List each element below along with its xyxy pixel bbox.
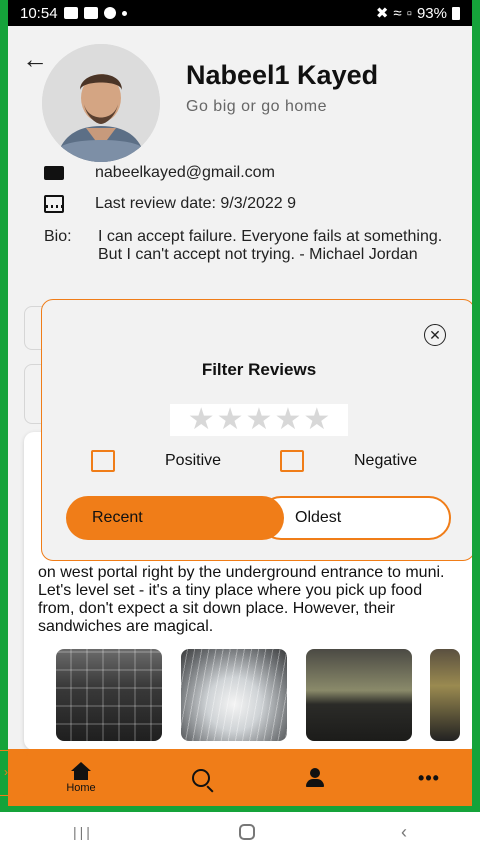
modal-title: Filter Reviews [201, 360, 317, 379]
mail-icon [44, 166, 64, 180]
mute-icon: ✖ [375, 5, 389, 22]
nav-more[interactable]: ••• [404, 749, 454, 806]
star-icon[interactable]: ★ [188, 405, 215, 435]
email-row: nabeelkayed@gmail.com [44, 164, 275, 182]
sort-recent-button[interactable]: Recent [66, 496, 284, 540]
profile-motto: Go big or go home [186, 98, 328, 115]
positive-checkbox[interactable] [91, 450, 115, 472]
sort-oldest-label: Oldest [295, 509, 342, 526]
bio-text: I can accept failure. Everyone fails at … [98, 228, 443, 263]
star-rating[interactable]: ★ ★ ★ ★ ★ [170, 404, 348, 436]
positive-filter[interactable]: Positive [91, 450, 221, 472]
nav-home-label: Home [66, 781, 96, 794]
more-icon: ••• [418, 767, 440, 788]
wifi-icon: ≈ [393, 4, 402, 22]
review-photo[interactable] [181, 649, 287, 741]
star-icon[interactable]: ★ [303, 405, 330, 435]
bottom-nav: Home ••• [8, 749, 472, 806]
app-screen: 10:54 ✖ ≈ ▫ 93% ← Nabeel1 Kayed Go big o… [8, 0, 472, 806]
calendar-icon [44, 195, 64, 213]
negative-label: Negative [354, 452, 418, 469]
game-icon [83, 7, 98, 19]
negative-filter[interactable]: Negative [280, 450, 417, 472]
nav-home[interactable]: Home [56, 749, 106, 806]
nav-profile[interactable] [290, 749, 340, 806]
star-icon[interactable]: ★ [246, 405, 273, 435]
star-icon[interactable]: ★ [274, 405, 301, 435]
search-icon [192, 768, 210, 787]
avatar [42, 44, 160, 162]
profile-name: Nabeel1 Kayed [186, 60, 379, 90]
sort-oldest-button[interactable]: Oldest [259, 496, 451, 540]
notification-dot-icon [121, 10, 127, 16]
system-nav-bar: ||| ‹ [0, 812, 480, 852]
last-review-date: Last review date: 9/3/2022 9 [95, 195, 297, 212]
sort-recent-label: Recent [92, 509, 143, 526]
back-icon[interactable]: ‹ [401, 822, 407, 843]
positive-label: Positive [165, 452, 222, 469]
signal-icon: ▫ [406, 4, 412, 22]
person-icon [305, 767, 325, 788]
negative-checkbox[interactable] [280, 450, 304, 472]
home-button-icon[interactable] [238, 824, 255, 840]
profile-email: nabeelkayed@gmail.com [95, 164, 275, 181]
battery-percent: 93% [416, 4, 447, 22]
review-text: on west portal right by the underground … [38, 564, 445, 635]
chevron-right-icon: › [4, 765, 8, 779]
bio-label: Bio: [44, 228, 72, 245]
gallery-icon [63, 7, 78, 19]
status-time: 10:54 [20, 4, 58, 22]
close-icon[interactable]: ✕ [424, 324, 446, 346]
review-photo[interactable] [430, 649, 460, 741]
review-date-row: Last review date: 9/3/2022 9 [44, 195, 296, 213]
battery-icon [452, 6, 460, 20]
side-panel-handle[interactable]: › [0, 750, 28, 796]
review-photo[interactable] [56, 649, 162, 741]
location-icon [103, 7, 116, 19]
recents-icon[interactable]: ||| [73, 824, 93, 840]
avatar-portrait [42, 44, 160, 162]
review-photo[interactable] [306, 649, 412, 741]
star-icon[interactable]: ★ [217, 405, 244, 435]
home-icon [71, 761, 91, 780]
back-arrow-icon[interactable]: ← [22, 46, 48, 72]
nav-search[interactable] [176, 749, 226, 806]
status-bar: 10:54 ✖ ≈ ▫ 93% [8, 0, 472, 26]
bio-row: Bio: I can accept failure. Everyone fail… [44, 228, 464, 264]
filter-reviews-modal: ✕ Filter Reviews ★ ★ ★ ★ ★ Positive Nega… [41, 299, 472, 561]
